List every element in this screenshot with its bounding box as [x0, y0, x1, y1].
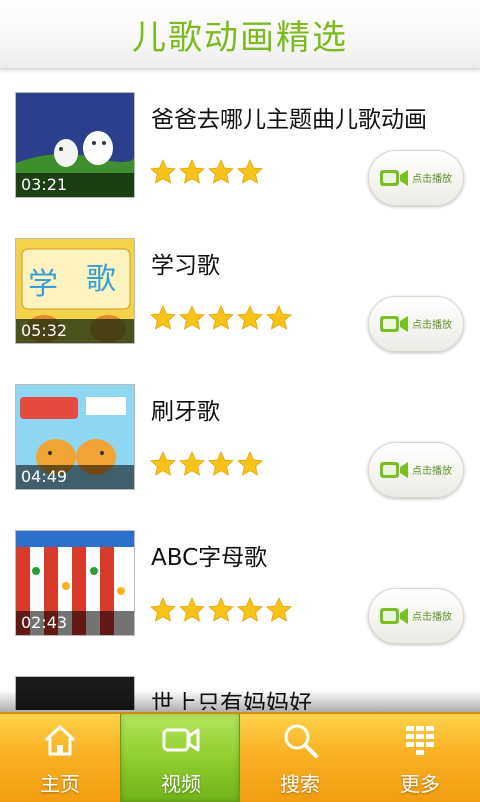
app-header: 儿歌动画精选: [0, 0, 480, 69]
video-thumbnail[interactable]: 03:21: [15, 92, 135, 198]
star-icon: [266, 305, 292, 330]
star-icon: [237, 451, 263, 476]
star-icon: [237, 159, 263, 184]
play-button[interactable]: 点击播放: [368, 442, 464, 498]
star-icon: [150, 597, 176, 622]
star-icon: [208, 159, 234, 184]
list-item[interactable]: 02:43 ABC字母歌 点击播放: [0, 508, 480, 654]
duration-label: 03:21: [21, 175, 68, 194]
video-title[interactable]: 爸爸去哪儿主题曲儿歌动画: [151, 100, 427, 134]
search-icon: [284, 724, 318, 758]
list-item[interactable]: 04:49 刷牙歌 点击播放: [0, 362, 480, 508]
rating-stars: [150, 158, 266, 188]
video-camera-icon: [380, 316, 408, 332]
play-button[interactable]: 点击播放: [368, 150, 464, 206]
star-icon: [150, 451, 176, 476]
star-icon: [208, 597, 234, 622]
rating-stars: [150, 596, 295, 626]
star-icon: [150, 159, 176, 184]
page-title: 儿歌动画精选: [132, 17, 348, 58]
tab-video[interactable]: 视频: [120, 714, 240, 802]
duration-label: 05:32: [21, 321, 68, 340]
star-icon: [179, 597, 205, 622]
video-title[interactable]: 学习歌: [151, 246, 220, 280]
play-button-label: 点击播放: [412, 320, 452, 331]
rating-stars: [150, 450, 266, 480]
rating-stars: [150, 304, 295, 334]
duration-label: 02:43: [21, 613, 68, 632]
svg-text:学: 学: [28, 267, 58, 302]
star-icon: [208, 451, 234, 476]
tab-label: 更多: [400, 772, 440, 796]
play-button[interactable]: 点击播放: [368, 296, 464, 352]
list-item[interactable]: 学 歌 05:32 学习歌 点击播放: [0, 216, 480, 362]
play-button-label: 点击播放: [412, 612, 452, 623]
tab-search[interactable]: 搜索: [240, 714, 360, 802]
tab-home[interactable]: 主页: [0, 714, 120, 802]
star-icon: [237, 305, 263, 330]
play-button[interactable]: 点击播放: [368, 588, 464, 644]
tab-label: 视频: [161, 772, 201, 796]
star-icon: [179, 451, 205, 476]
video-camera-icon: [380, 170, 408, 186]
star-icon: [266, 597, 292, 622]
home-icon: [44, 725, 76, 756]
svg-text:歌: 歌: [86, 262, 116, 297]
tab-label: 搜索: [280, 772, 320, 796]
more-grid-icon: [406, 726, 434, 755]
video-camera-icon: [380, 462, 408, 478]
star-icon: [179, 305, 205, 330]
star-icon: [150, 305, 176, 330]
tab-more[interactable]: 更多: [360, 714, 480, 802]
video-camera-icon: [162, 728, 200, 752]
duration-label: 04:49: [21, 467, 68, 486]
play-button-label: 点击播放: [412, 466, 452, 477]
bottom-tab-bar: 主页 视频 搜索 更多: [0, 712, 480, 802]
star-icon: [237, 597, 263, 622]
star-icon: [208, 305, 234, 330]
tab-label: 主页: [40, 772, 80, 796]
video-camera-icon: [380, 608, 408, 624]
video-title[interactable]: 刷牙歌: [151, 392, 220, 426]
video-thumbnail[interactable]: 02:43: [15, 530, 135, 636]
video-thumbnail[interactable]: 学 歌 05:32: [15, 238, 135, 344]
list-bottom-shadow: [0, 690, 480, 714]
play-button-label: 点击播放: [412, 174, 452, 185]
video-title[interactable]: ABC字母歌: [151, 538, 267, 572]
list-item[interactable]: 03:21 爸爸去哪儿主题曲儿歌动画 点击播放: [0, 70, 480, 216]
video-list[interactable]: 03:21 爸爸去哪儿主题曲儿歌动画 点击播放 学 歌 05:32 学习歌 点击…: [0, 70, 480, 710]
star-icon: [179, 159, 205, 184]
video-thumbnail[interactable]: 04:49: [15, 384, 135, 490]
